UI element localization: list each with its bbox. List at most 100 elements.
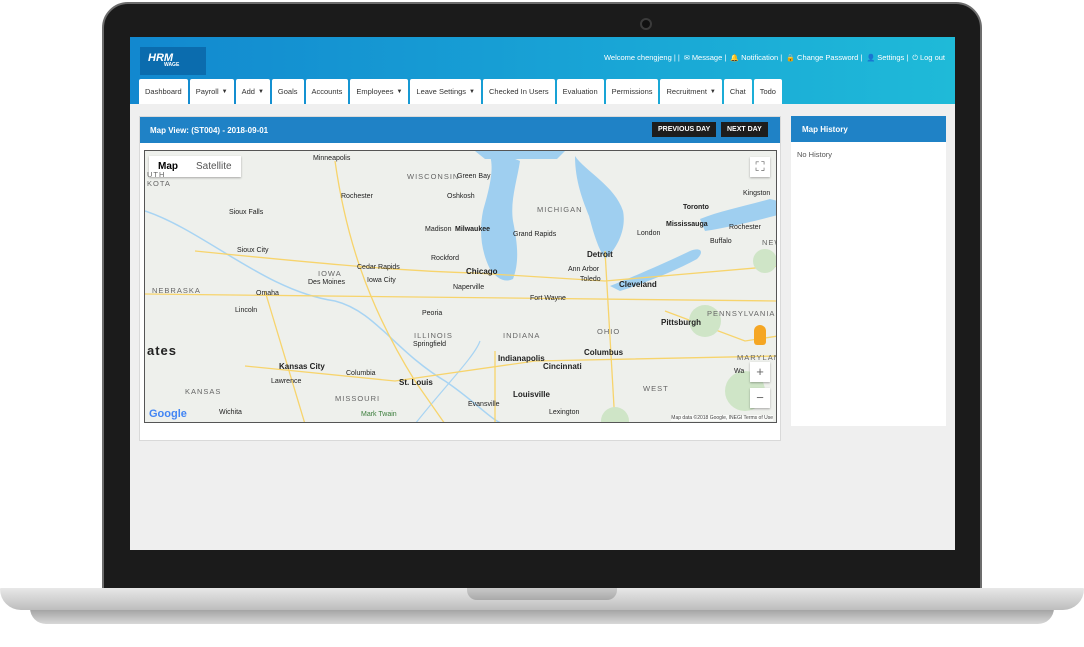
- tab-leave-settings[interactable]: Leave Settings ▼: [410, 79, 481, 104]
- city-label: Sioux City: [237, 247, 269, 254]
- pegman-icon[interactable]: [754, 325, 766, 345]
- city-label: Sioux Falls: [229, 209, 264, 216]
- map-view-title: Map View: (ST004) - 2018-09-01: [150, 125, 269, 135]
- city-label: London: [637, 230, 661, 237]
- tab-todo[interactable]: Todo: [753, 79, 782, 104]
- city-label: Indianapolis: [498, 354, 545, 363]
- city-label: Iowa City: [367, 277, 396, 284]
- state-label: ILLINOIS: [414, 331, 453, 340]
- state-label: WISCONSIN: [407, 172, 460, 181]
- tab-label: Dashboard: [145, 87, 182, 96]
- tab-goals[interactable]: Goals: [271, 79, 304, 104]
- state-label: MICHIGAN: [537, 205, 583, 214]
- tab-evaluation[interactable]: Evaluation: [556, 79, 604, 104]
- city-label: Detroit: [587, 250, 613, 259]
- tab-employees[interactable]: Employees ▼: [350, 79, 409, 104]
- logout-link[interactable]: Log out: [920, 53, 945, 62]
- zoom-in-button[interactable]: +: [750, 362, 770, 382]
- city-label: Grand Rapids: [513, 231, 557, 238]
- laptop-notch: [467, 588, 617, 600]
- header: HRM WAGE Welcome chengjeng | | ✉ Message …: [130, 37, 955, 104]
- tab-label: Leave Settings: [416, 87, 467, 96]
- country-label: ates: [147, 343, 178, 358]
- next-day-button[interactable]: NEXT DAY: [721, 122, 768, 137]
- city-label: Mississauga: [666, 221, 708, 228]
- lock-icon: 🔒: [786, 55, 796, 62]
- tab-label: Recruitment: [666, 87, 707, 96]
- state-label: NEW: [762, 238, 776, 247]
- state-label: PENNSYLVANIA: [707, 309, 776, 318]
- state-label: KANSAS: [185, 387, 222, 396]
- map-history-title: Map History: [791, 116, 946, 142]
- tab-label: Add: [241, 87, 255, 96]
- envelope-icon: ✉: [683, 55, 690, 62]
- map-attribution[interactable]: Map data ©2018 Google, INEGI Terms of Us…: [671, 415, 773, 421]
- city-label: Omaha: [256, 290, 279, 297]
- city-label: Chicago: [466, 267, 498, 276]
- state-label: IOWA: [318, 269, 342, 278]
- state-label: KOTA: [147, 179, 171, 188]
- city-label: Rochester: [729, 224, 761, 231]
- tab-payroll[interactable]: Payroll ▼: [189, 79, 234, 104]
- tab-checked-in-users[interactable]: Checked In Users: [483, 79, 555, 104]
- city-label: Lawrence: [271, 378, 302, 385]
- city-label: Toronto: [683, 204, 709, 211]
- tab-permissions[interactable]: Permissions: [605, 79, 659, 104]
- map[interactable]: Map Satellite ⛶ + − Google Map data ©201…: [144, 150, 777, 423]
- user-bar: Welcome chengjeng | | ✉ Message | 🔔 Notifi…: [602, 53, 945, 63]
- tab-recruitment[interactable]: Recruitment ▼: [660, 79, 722, 104]
- city-label: Kingston: [743, 190, 771, 197]
- city-label: Kansas City: [279, 362, 325, 371]
- tab-label: Goals: [277, 87, 298, 96]
- app-screen: HRM WAGE Welcome chengjeng | | ✉ Message …: [130, 37, 955, 550]
- state-label: MISSOURI: [335, 394, 381, 403]
- city-label: Rockford: [431, 255, 460, 262]
- city-label: Mark Twain: [361, 411, 397, 418]
- caret-down-icon: ▼: [709, 88, 716, 95]
- tab-label: Chat: [729, 87, 746, 96]
- city-label: Naperville: [453, 284, 485, 291]
- user-icon: 👤: [866, 55, 876, 62]
- zoom-out-button[interactable]: −: [750, 388, 770, 408]
- settings-link[interactable]: Settings |: [877, 53, 908, 62]
- city-label: Columbus: [584, 348, 624, 357]
- caret-down-icon: ▼: [396, 88, 403, 95]
- tab-label: Accounts: [311, 87, 343, 96]
- city-label: Green Bay: [457, 173, 491, 180]
- state-label: UTH: [147, 170, 166, 179]
- state-label: NEBRASKA: [152, 286, 201, 295]
- tab-add[interactable]: Add ▼: [235, 79, 270, 104]
- logo[interactable]: HRM WAGE: [140, 47, 206, 75]
- city-label: Wa: [734, 368, 745, 375]
- message-link[interactable]: Message |: [692, 53, 726, 62]
- city-label: Toledo: [580, 276, 601, 283]
- tab-label: Permissions: [611, 87, 653, 96]
- notification-link[interactable]: Notification |: [741, 53, 782, 62]
- city-label: Lincoln: [235, 307, 258, 314]
- change-password-link[interactable]: Change Password |: [797, 53, 862, 62]
- tab-label: Employees: [356, 87, 394, 96]
- laptop-base-bottom: [30, 608, 1054, 624]
- tab-label: Payroll: [195, 87, 219, 96]
- caret-down-icon: ▼: [469, 88, 475, 95]
- tab-chat[interactable]: Chat: [723, 79, 752, 104]
- city-label: Cincinnati: [543, 362, 582, 371]
- city-label: St. Louis: [399, 378, 433, 387]
- city-label: Ann Arbor: [568, 266, 600, 273]
- fullscreen-icon[interactable]: ⛶: [750, 157, 770, 177]
- tab-label: Checked In Users: [489, 87, 549, 96]
- city-label: Milwaukee: [455, 226, 491, 233]
- city-label: Buffalo: [710, 238, 732, 245]
- logo-subtext: WAGE: [164, 62, 180, 68]
- city-label: Wichita: [219, 409, 242, 416]
- satellite-tab[interactable]: Satellite: [187, 156, 241, 177]
- tab-accounts[interactable]: Accounts: [305, 79, 349, 104]
- previous-day-button[interactable]: PREVIOUS DAY: [652, 122, 717, 137]
- state-label: MARYLAN: [737, 353, 777, 362]
- city-label: Springfield: [413, 341, 447, 348]
- map-view-panel: Map View: (ST004) - 2018-09-01 PREVIOUS …: [139, 116, 781, 441]
- nav-tabs: Dashboard Payroll ▼ Add ▼ Goals Accounts E…: [139, 79, 782, 104]
- welcome-text: Welcome chengjeng | |: [603, 53, 680, 62]
- city-label: Evansville: [468, 401, 500, 408]
- tab-dashboard[interactable]: Dashboard: [139, 79, 188, 104]
